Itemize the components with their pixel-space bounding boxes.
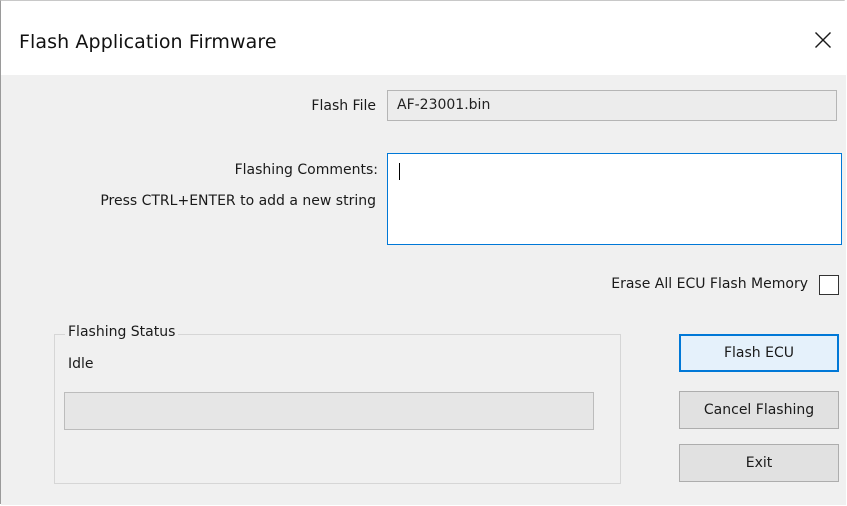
dialog-body: Flash File AF-23001.bin Flashing Comment… — [1, 75, 846, 505]
flashing-status-group: Flashing Status Idle — [54, 324, 621, 484]
exit-button[interactable]: Exit — [679, 444, 839, 482]
text-caret — [399, 163, 400, 180]
flashing-comments-label: Flashing Comments: — [234, 162, 378, 178]
flash-file-field[interactable]: AF-23001.bin — [387, 90, 837, 121]
flash-ecu-button[interactable]: Flash ECU — [679, 334, 839, 372]
comments-hint-label: Press CTRL+ENTER to add a new string — [100, 193, 376, 209]
flash-progress-bar — [64, 392, 594, 430]
title-bar: Flash Application Firmware — [1, 1, 846, 75]
status-text: Idle — [68, 356, 94, 372]
flashing-status-title: Flashing Status — [65, 324, 179, 340]
flash-firmware-dialog: Flash Application Firmware Flash File AF… — [0, 0, 846, 505]
close-button[interactable] — [800, 17, 846, 63]
dialog-title: Flash Application Firmware — [19, 31, 277, 53]
erase-flash-checkbox[interactable] — [819, 275, 839, 295]
cancel-flashing-button[interactable]: Cancel Flashing — [679, 391, 839, 429]
erase-flash-label: Erase All ECU Flash Memory — [611, 276, 808, 292]
flash-file-label: Flash File — [311, 98, 376, 114]
flashing-comments-input[interactable] — [387, 153, 842, 245]
close-icon — [815, 32, 831, 48]
